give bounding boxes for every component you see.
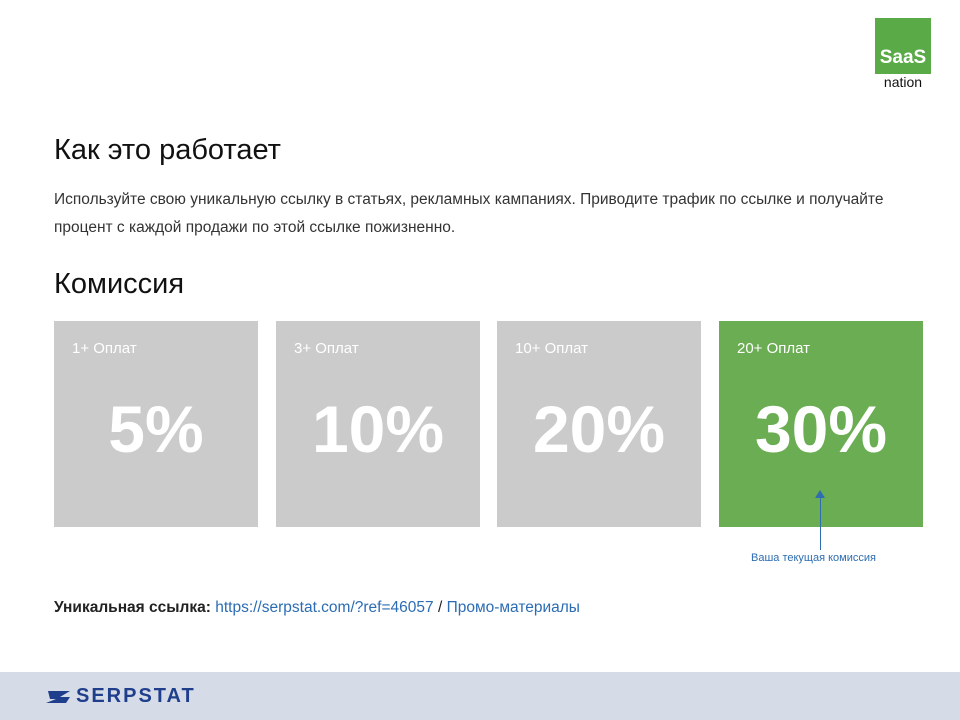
tier-label: 20+ Оплат (737, 340, 811, 357)
saas-logo-bottom: nation (883, 74, 923, 90)
commission-title: Комиссия (54, 268, 185, 300)
serpstat-logo-icon (46, 690, 70, 703)
saas-logo-box: SaaS (875, 18, 931, 74)
current-commission-note: Ваша текущая комиссия (751, 552, 876, 564)
how-it-works-description: Используйте свою уникальную ссылку в ста… (54, 191, 884, 236)
serpstat-brand: SERPSTAT (46, 685, 196, 708)
commission-tier: 1+ Оплат 5% (54, 321, 258, 527)
tier-value: 5% (108, 392, 204, 466)
link-separator: / (433, 599, 447, 616)
unique-link-row: Уникальная ссылка: https://serpstat.com/… (54, 599, 580, 617)
saas-nation-logo: SaaS nation (874, 18, 932, 90)
tier-label: 1+ Оплат (72, 340, 137, 357)
serpstat-wordmark: SERPSTAT (76, 685, 196, 707)
promo-materials-link[interactable]: Промо-материалы (447, 599, 580, 616)
tier-value: 30% (754, 392, 888, 466)
commission-tier: 3+ Оплат 10% (276, 321, 480, 527)
tier-value: 20% (532, 392, 666, 466)
footer-bar: SERPSTAT (0, 672, 960, 720)
tier-label: 3+ Оплат (294, 340, 359, 357)
saas-logo-top: SaaS (879, 47, 927, 68)
tier-label: 10+ Оплат (515, 340, 589, 357)
commission-tiers: 1+ Оплат 5% 3+ Оплат 10% 10+ Оплат 20% 2… (54, 321, 923, 527)
unique-link-label: Уникальная ссылка: (54, 599, 211, 616)
tier-value: 10% (311, 392, 445, 466)
commission-tier: 10+ Оплат 20% (497, 321, 701, 527)
referral-link[interactable]: https://serpstat.com/?ref=46057 (215, 599, 433, 616)
how-it-works-title: Как это работает (54, 134, 281, 166)
current-commission-pointer (820, 494, 821, 550)
